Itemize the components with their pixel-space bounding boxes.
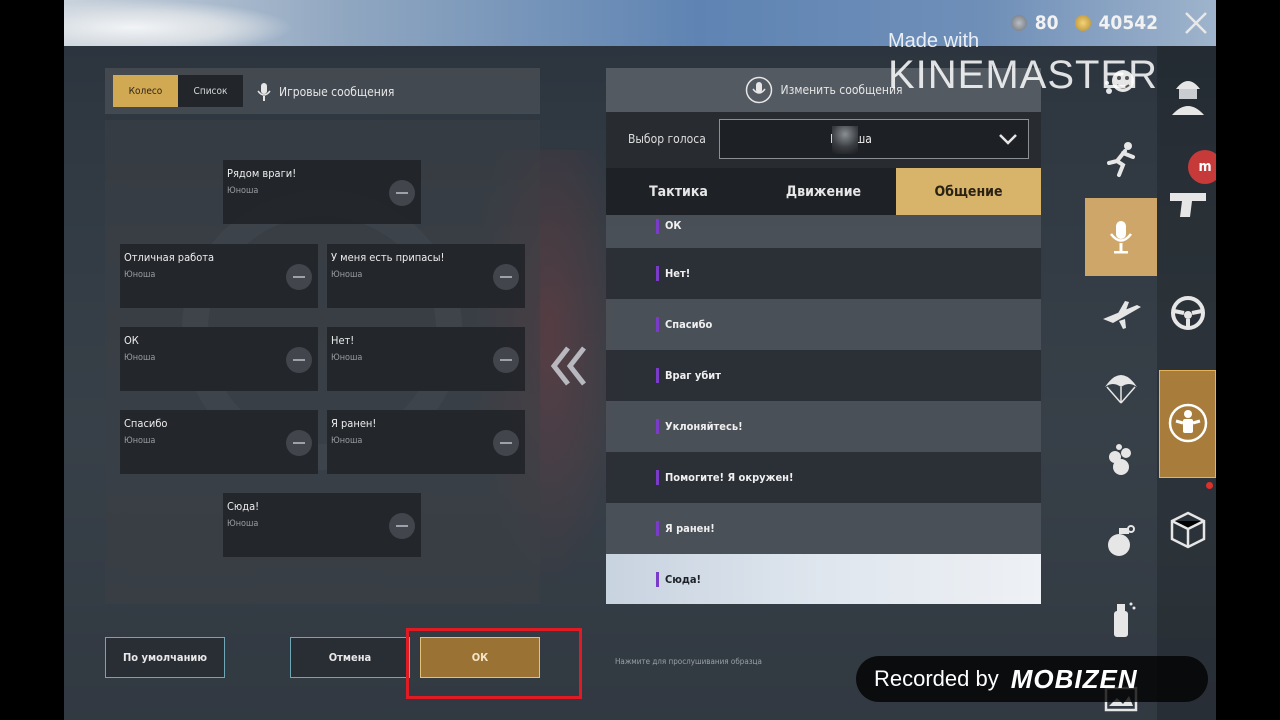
running-person-icon[interactable] [1096, 134, 1146, 184]
remove-icon[interactable] [493, 264, 519, 290]
list-item[interactable]: Враг убит [606, 350, 1041, 401]
remove-icon[interactable] [493, 430, 519, 456]
grenade-icon[interactable] [1096, 516, 1146, 566]
list-mode-button[interactable]: Список [178, 75, 243, 107]
parachute-icon[interactable] [1096, 362, 1146, 412]
airplane-icon[interactable] [1096, 288, 1146, 338]
message-list: ОК Нет! Спасибо Враг убит Уклоняйтесь! П… [606, 215, 1041, 604]
view-mode-toggle: Колесо Список [113, 75, 243, 107]
watermark-kinemaster: KINEMASTER [888, 53, 1159, 97]
voice-dropdown[interactable]: Юноша [719, 119, 1029, 159]
smoke-icon[interactable] [1096, 436, 1146, 486]
watermark-made-with: Made with [888, 30, 980, 52]
list-item-label: Враг убит [665, 369, 721, 382]
remove-icon[interactable] [389, 513, 415, 539]
left-panel-title: Игровые сообщения [257, 82, 394, 102]
gold-coin-icon [1074, 15, 1091, 31]
list-item-label: Я ранен! [665, 522, 715, 535]
double-chevron-left-icon[interactable] [548, 344, 590, 388]
edit-messages-title: Изменить сообщения [780, 83, 903, 97]
kinemaster-watermark: Made with KINEMASTER [888, 30, 1216, 98]
silver-coin-icon [1010, 15, 1027, 31]
list-item[interactable]: ОК [606, 215, 1041, 248]
wheel-slot-6[interactable]: Спасибо Юноша [120, 410, 318, 474]
chevron-down-icon [999, 134, 1017, 145]
microphone-icon [257, 83, 271, 101]
preview-hint: Нажмите для прослушивания образца [615, 657, 762, 666]
watermark-recorded-by: Recorded by [874, 666, 999, 691]
notification-dot [1206, 482, 1213, 489]
wheel-slot-2[interactable]: Отличная работа Юноша [120, 244, 318, 308]
remove-icon[interactable] [493, 347, 519, 373]
list-item[interactable]: Уклоняйтесь! [606, 401, 1041, 452]
snowy-tree-background [64, 0, 294, 46]
list-item-label: Спасибо [665, 318, 713, 331]
supply-box-icon[interactable] [1163, 504, 1213, 554]
wheel-mode-button[interactable]: Колесо [113, 75, 178, 107]
list-item-selected[interactable]: Сюда! [606, 554, 1041, 604]
slot-title: Спасибо [124, 417, 168, 430]
wheel-slot-3[interactable]: У меня есть припасы! Юноша [327, 244, 525, 308]
microphone-tab-icon[interactable] [1096, 212, 1146, 262]
wheel-slot-5[interactable]: Нет! Юноша [327, 327, 525, 391]
letterbox-left [0, 0, 64, 720]
steering-wheel-icon[interactable] [1163, 288, 1213, 338]
list-item-label: Уклоняйтесь! [665, 420, 743, 433]
slot-title: ОК [124, 334, 139, 347]
list-item[interactable]: Спасибо [606, 299, 1041, 350]
slot-title: Отличная работа [124, 251, 215, 264]
slot-title: У меня есть припасы! [331, 251, 445, 264]
tab-communication[interactable]: Общение [896, 168, 1041, 215]
tab-movement[interactable]: Движение [751, 168, 896, 215]
slot-title: Я ранен! [331, 417, 377, 430]
tab-tactics[interactable]: Тактика [606, 168, 751, 215]
remove-icon[interactable] [286, 347, 312, 373]
microphone-circle-icon [745, 76, 772, 104]
skydiver-icon[interactable] [1163, 398, 1213, 448]
list-item[interactable]: Я ранен! [606, 503, 1041, 554]
remove-icon[interactable] [286, 430, 312, 456]
message-wheel-panel: Рядом враги! Юноша Отличная работа Юноша… [105, 120, 540, 604]
remove-icon[interactable] [286, 264, 312, 290]
list-item-label: Нет! [665, 267, 691, 280]
left-panel-header: Колесо Список Игровые сообщения [105, 68, 540, 114]
mobizen-watermark: Recorded by MOBIZEN [856, 656, 1208, 702]
watermark-mobizen: MOBIZEN [1010, 663, 1138, 694]
reset-default-button[interactable]: По умолчанию [105, 637, 225, 678]
left-panel-title-text: Игровые сообщения [279, 85, 395, 99]
slot-title: Сюда! [227, 500, 260, 513]
list-item[interactable]: Нет! [606, 248, 1041, 299]
list-item-label: Сюда! [665, 573, 702, 586]
pistol-icon[interactable] [1163, 178, 1213, 228]
remove-icon[interactable] [389, 180, 415, 206]
voice-selection-row: Выбор голоса Юноша [606, 112, 1041, 168]
slot-title: Нет! [331, 334, 355, 347]
game-screen: 80 40542 Колесо Список Игровые сообщения… [64, 0, 1216, 720]
message-category-tabs: Тактика Движение Общение [606, 168, 1041, 215]
cancel-button[interactable]: Отмена [290, 637, 410, 678]
slot-title: Рядом враги! [227, 167, 297, 180]
voice-avatar [832, 126, 858, 154]
wheel-slot-1[interactable]: Рядом враги! Юноша [223, 160, 421, 224]
spray-can-icon[interactable] [1096, 594, 1146, 644]
wheel-slot-8[interactable]: Сюда! Юноша [223, 493, 421, 557]
letterbox-right [1216, 0, 1280, 720]
list-item-label: ОК [665, 219, 682, 232]
wheel-slot-7[interactable]: Я ранен! Юноша [327, 410, 525, 474]
list-item[interactable]: Помогите! Я окружен! [606, 452, 1041, 503]
wheel-slot-4[interactable]: ОК Юноша [120, 327, 318, 391]
ok-highlight-frame [406, 628, 582, 699]
list-item-label: Помогите! Я окружен! [665, 471, 794, 484]
voice-label: Выбор голоса [628, 132, 706, 146]
